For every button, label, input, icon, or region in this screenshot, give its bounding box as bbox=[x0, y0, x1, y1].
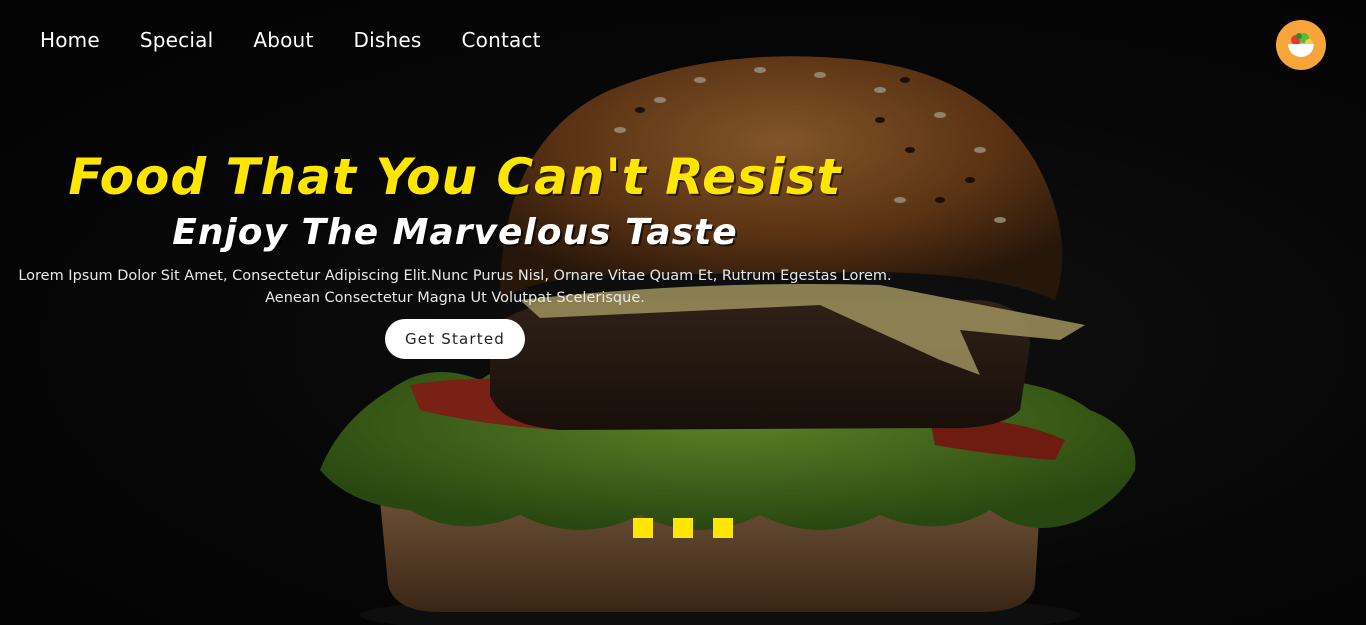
slider-dot-1[interactable] bbox=[633, 518, 653, 538]
nav-contact[interactable]: Contact bbox=[461, 28, 540, 52]
slider-dot-2[interactable] bbox=[673, 518, 693, 538]
salad-bowl-icon bbox=[1288, 33, 1314, 57]
slider-dots bbox=[633, 518, 733, 538]
nav-dishes[interactable]: Dishes bbox=[353, 28, 421, 52]
slider-dot-3[interactable] bbox=[713, 518, 733, 538]
hero-description: Lorem Ipsum Dolor Sit Amet, Consectetur … bbox=[0, 265, 910, 309]
nav-special[interactable]: Special bbox=[140, 28, 213, 52]
hero-description-line-1: Lorem Ipsum Dolor Sit Amet, Consectetur … bbox=[18, 268, 892, 284]
hero-description-line-2: Aenean Consectetur Magna Ut Volutpat Sce… bbox=[265, 290, 645, 306]
hero-subheadline: Enjoy The Marvelous Taste bbox=[172, 212, 738, 253]
logo-button[interactable] bbox=[1276, 20, 1326, 70]
nav-about[interactable]: About bbox=[253, 28, 313, 52]
nav-home[interactable]: Home bbox=[40, 28, 100, 52]
main-nav: Home Special About Dishes Contact bbox=[40, 28, 541, 52]
get-started-button[interactable]: Get Started bbox=[385, 319, 525, 359]
hero-headline: Food That You Can't Resist bbox=[68, 148, 842, 206]
